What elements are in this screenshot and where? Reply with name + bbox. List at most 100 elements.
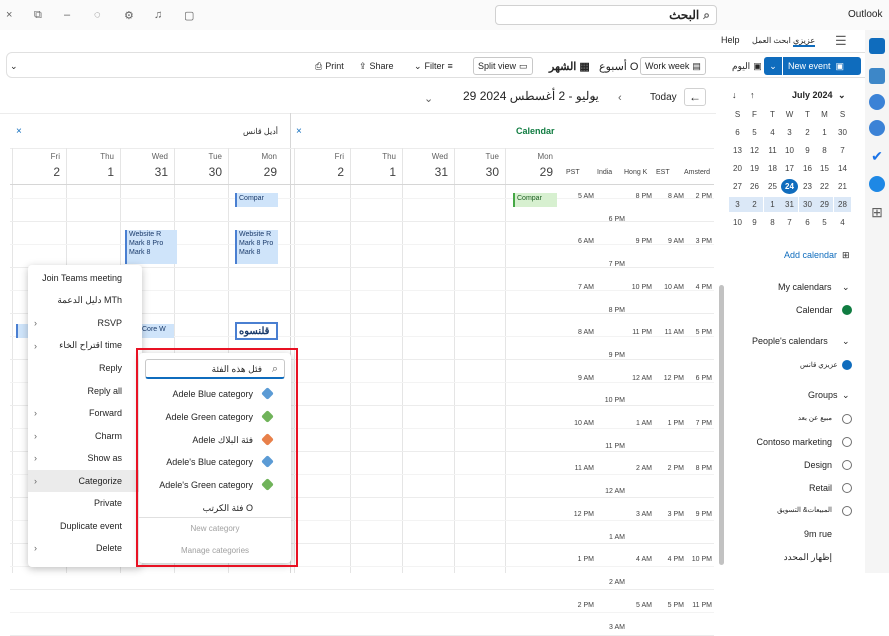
mini-cal-day[interactable]: 6	[729, 125, 746, 140]
mini-prev-icon[interactable]: ↑	[750, 90, 755, 100]
context-menu-item[interactable]: RSVP ›	[28, 312, 142, 334]
mini-cal-day[interactable]: 26	[746, 179, 763, 194]
tab-view[interactable]: ابحث العمل	[752, 36, 791, 45]
apps-icon[interactable]: ⊞	[869, 204, 885, 220]
onedrive-icon[interactable]	[869, 176, 885, 192]
people-icon[interactable]	[869, 94, 885, 110]
mini-cal-day[interactable]: 9	[746, 215, 763, 230]
mini-cal-day[interactable]: 17	[781, 161, 798, 176]
groups-chevron[interactable]: ⌄	[842, 390, 850, 401]
tab-help[interactable]: Help	[721, 35, 740, 45]
event-selected[interactable]: قلنسوه	[235, 322, 278, 340]
calendar-item[interactable]: Calendar	[796, 305, 833, 315]
mini-cal-day[interactable]: 18	[764, 161, 781, 176]
hamburger-icon[interactable]: ☰	[835, 33, 847, 49]
mini-cal-day[interactable]: 9	[799, 143, 816, 158]
gear-icon[interactable]: ⚙	[124, 9, 134, 22]
mini-cal-day[interactable]: 3	[781, 125, 798, 140]
context-menu-item[interactable]: Forward ›	[28, 402, 142, 424]
scrollbar-thumb[interactable]	[719, 285, 724, 565]
day-header-num[interactable]: 31	[146, 165, 168, 179]
prev-week-icon[interactable]: ‹	[618, 92, 622, 104]
share-button[interactable]: ⇪ Share	[359, 57, 394, 75]
context-menu-item[interactable]: Delete ›	[28, 537, 142, 559]
day-header-num[interactable]: 30	[477, 165, 499, 179]
mini-cal-day[interactable]: 8	[764, 215, 781, 230]
mini-cal-day[interactable]: 3	[729, 197, 746, 212]
context-menu-item[interactable]: اقتراح الخاء time ›	[28, 335, 142, 357]
mini-cal-day[interactable]: 21	[834, 179, 851, 194]
restore-icon[interactable]: ⧉	[34, 9, 42, 22]
context-menu-item[interactable]: دليل الدعمة MTh	[28, 290, 142, 312]
mini-cal-day[interactable]: 7	[834, 143, 851, 158]
mini-cal-day[interactable]: 25	[764, 179, 781, 194]
group-radio-icon[interactable]	[842, 483, 852, 493]
peoples-calendars-header[interactable]: People's calendars	[752, 336, 828, 346]
day-header-num[interactable]: 29	[531, 165, 553, 179]
mail-icon[interactable]	[869, 38, 885, 54]
day-header-num[interactable]: 29	[255, 165, 277, 179]
group-item[interactable]: إظهار المحدد	[784, 552, 832, 563]
event-website-1[interactable]: Website R Mark 8 Pro Mark 8	[125, 230, 177, 264]
mini-cal-day[interactable]: 4	[764, 125, 781, 140]
peoples-calendars-chevron[interactable]: ⌄	[842, 336, 850, 347]
mini-cal-day[interactable]: 8	[816, 143, 833, 158]
ribbon-expand-icon[interactable]: ⌄	[10, 57, 18, 75]
calendar-check-icon[interactable]	[842, 305, 852, 315]
mini-cal-day[interactable]: 1	[764, 197, 781, 212]
day-header-num[interactable]: 2	[38, 165, 60, 179]
filter-button[interactable]: ⌄ Filter ≡	[414, 57, 453, 75]
group-item[interactable]: مبيع عن بعد	[798, 414, 832, 422]
event-partial[interactable]	[16, 324, 28, 338]
pane2-close-icon[interactable]: ×	[16, 126, 22, 137]
context-menu-item[interactable]: Private	[28, 492, 142, 514]
group-radio-icon[interactable]	[842, 437, 852, 447]
event-compar-2[interactable]: Compar	[235, 193, 278, 207]
minimize-icon[interactable]: –	[64, 9, 70, 21]
todo-icon[interactable]: ✔	[869, 148, 885, 164]
group-item[interactable]: Retail	[809, 483, 832, 493]
add-calendar-link[interactable]: Add calendar	[784, 250, 837, 260]
mini-cal-day[interactable]: 28	[834, 197, 851, 212]
group-item[interactable]: Design	[804, 460, 832, 470]
today-arrow-icon[interactable]: ←	[684, 88, 706, 106]
mini-cal-day[interactable]: 10	[729, 215, 746, 230]
date-range[interactable]: 29 يوليو - 2 أغسطس 2024	[463, 89, 599, 103]
day-header-num[interactable]: 1	[92, 165, 114, 179]
person-calendar-item[interactable]: عزيزي قانس	[800, 361, 838, 369]
context-menu-item[interactable]: Reply all	[28, 380, 142, 402]
mini-cal-day[interactable]: 10	[781, 143, 798, 158]
mini-cal-day[interactable]: 22	[816, 179, 833, 194]
month-button[interactable]: الشهر ▦	[549, 57, 590, 75]
mini-cal-day[interactable]: 1	[816, 125, 833, 140]
groups-icon[interactable]	[869, 120, 885, 136]
new-event-dropdown[interactable]: ⌄	[764, 57, 782, 75]
mini-cal-day[interactable]: 31	[781, 197, 798, 212]
person-check-icon[interactable]	[842, 360, 852, 370]
work-week-button[interactable]: Work week ▤	[640, 57, 706, 75]
lightbulb-icon[interactable]: ◌	[94, 9, 101, 21]
pane-close-icon[interactable]: ×	[296, 126, 302, 137]
my-calendars-header[interactable]: My calendars	[778, 282, 832, 292]
search-box[interactable]: ⌕ البحث	[495, 5, 717, 25]
event-core[interactable]: Core W	[138, 324, 174, 338]
day-header-num[interactable]: 30	[200, 165, 222, 179]
mini-cal-day[interactable]: 2	[799, 125, 816, 140]
today-button[interactable]: Today	[650, 92, 677, 103]
mini-cal-day[interactable]: 30	[799, 197, 816, 212]
context-menu-item[interactable]: Show as ›	[28, 447, 142, 469]
mini-cal-day[interactable]: 12	[746, 143, 763, 158]
calendar-icon[interactable]	[869, 68, 885, 84]
day-view-button[interactable]: اليوم ▣	[732, 57, 762, 75]
feedback-icon[interactable]: ▢	[184, 9, 194, 22]
add-calendar-icon[interactable]: ⊞	[842, 250, 850, 261]
groups-header[interactable]: Groups	[808, 390, 838, 400]
day-header-num[interactable]: 1	[374, 165, 396, 179]
day-header-num[interactable]: 31	[426, 165, 448, 179]
event-website-2[interactable]: Website R Mark 8 Pro Mark 8	[235, 230, 278, 264]
event-compar-1[interactable]: Compar	[513, 193, 557, 207]
group-item[interactable]: Contoso marketing	[756, 437, 832, 447]
mini-cal-day[interactable]: 11	[764, 143, 781, 158]
mini-cal-day[interactable]: 14	[834, 161, 851, 176]
group-radio-icon[interactable]	[842, 460, 852, 470]
